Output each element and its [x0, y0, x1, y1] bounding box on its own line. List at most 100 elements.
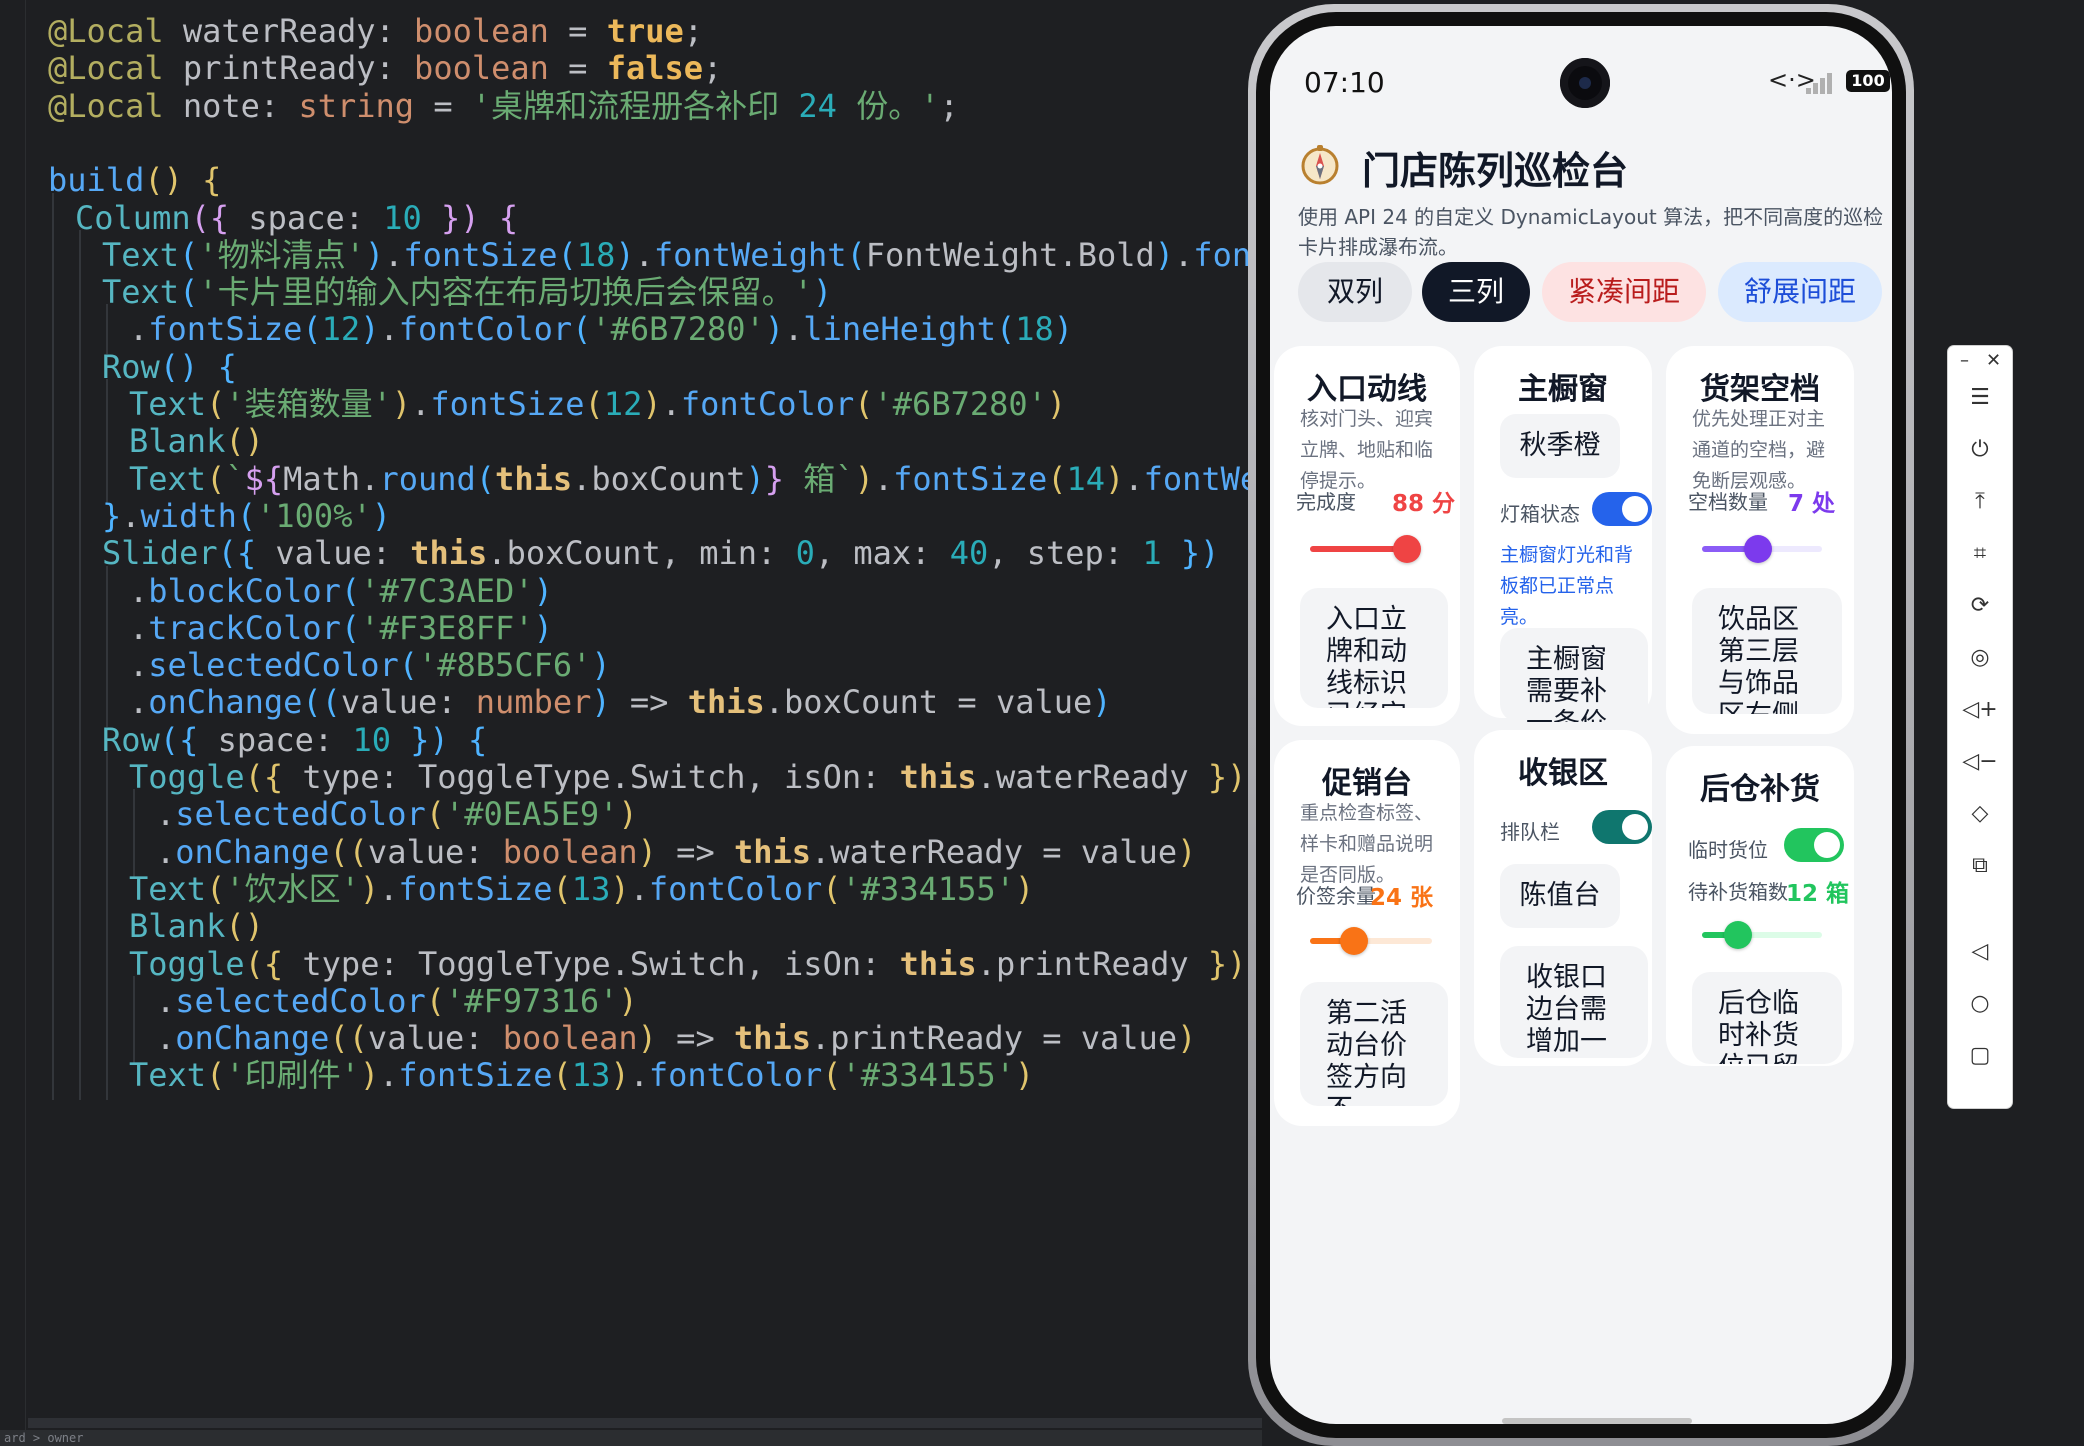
- code-token: .: [629, 1056, 649, 1095]
- code-token: ): [745, 459, 765, 498]
- note-input[interactable]: 后仓临时补货位已留: [1692, 972, 1842, 1064]
- note-input[interactable]: 饮品区第三层与饰品区右侧还有陈列: [1692, 588, 1842, 714]
- metric-label: 待补货箱数: [1688, 880, 1788, 904]
- compass-icon: [1301, 145, 1339, 185]
- card-title: 后仓补货: [1700, 772, 1820, 807]
- card-title: 促销台: [1322, 766, 1412, 801]
- waterfall-grid[interactable]: 入口动线 核对门头、迎宾立牌、地贴和临停提示。 完成度 88 分 入口立牌和动线…: [1270, 346, 1892, 1424]
- code-token: ): [1046, 385, 1067, 423]
- lightbox-toggle[interactable]: [1592, 492, 1652, 526]
- signal-icon: [1806, 70, 1838, 94]
- code-editor[interactable]: @Local waterReady: boolean = true; @Local…: [0, 0, 1262, 1446]
- back-icon[interactable]: ◁: [1948, 932, 2012, 972]
- progress-slider[interactable]: [1310, 535, 1421, 563]
- code-token: ): [391, 385, 412, 423]
- minimize-icon[interactable]: –: [1960, 350, 1969, 371]
- code-token: .printReady: [976, 944, 1208, 983]
- code-token: ): [1177, 1019, 1197, 1058]
- slider-knob[interactable]: [1724, 921, 1752, 949]
- code-token: (: [475, 459, 496, 498]
- tab-double-column[interactable]: 双列: [1298, 262, 1412, 322]
- tab-relaxed-spacing[interactable]: 舒展间距: [1718, 262, 1882, 322]
- home-indicator[interactable]: [1502, 1418, 1692, 1424]
- code-token: 24: [798, 86, 837, 125]
- slider-knob[interactable]: [1744, 535, 1773, 563]
- emulator-toolbar: – ✕ ☰ ⏻ ⤒ ⌗ ⟳ ◎ ◁+ ◁− ◇ ⧉ ◁ ○ ▢: [1948, 346, 2012, 1108]
- code-token: (: [552, 869, 572, 908]
- multi-window-icon[interactable]: ⧉: [1948, 846, 2012, 886]
- restock-slider[interactable]: [1702, 921, 1822, 949]
- code-token: }): [1207, 944, 1247, 983]
- card-window: 主橱窗 秋季橙 灯箱状态 主橱窗灯光和背板都已正常点亮。 主橱窗需要补一条价格说…: [1474, 346, 1652, 722]
- note-text: 入口立牌和动线标识已经完成: [1326, 604, 1407, 708]
- shake-icon[interactable]: ◇: [1948, 794, 2012, 834]
- code-token: number: [475, 683, 592, 722]
- code-token: ): [360, 310, 380, 349]
- horizontal-scrollbar[interactable]: [28, 1418, 1262, 1428]
- code-token: .: [873, 459, 894, 498]
- code-token: Text: [129, 1056, 207, 1095]
- code-token: 1: [1142, 534, 1162, 573]
- code-token: ): [1154, 235, 1175, 274]
- rotate-icon[interactable]: ⟳: [1948, 586, 2012, 626]
- code-token: '#334155': [841, 1056, 1015, 1095]
- card-entrance: 入口动线 核对门头、迎宾立牌、地贴和临停提示。 完成度 88 分 入口立牌和动线…: [1274, 346, 1460, 726]
- code-token: ): [1014, 1056, 1035, 1095]
- code-token: .: [1124, 459, 1144, 498]
- slider-knob[interactable]: [1392, 535, 1421, 563]
- note-input[interactable]: 入口立牌和动线标识已经完成: [1300, 588, 1448, 708]
- gap-slider[interactable]: [1702, 535, 1822, 563]
- code-token: .: [379, 869, 399, 908]
- crop-icon[interactable]: ⌗: [1948, 534, 2012, 574]
- status-bar: 07:10 <·> 100: [1270, 26, 1892, 108]
- metric-label: 空档数量: [1688, 490, 1768, 514]
- card-promo: 促销台 重点检查标签、样卡和赠品说明是否同版。 价签余量 24 张 第二活动台价…: [1274, 740, 1460, 1126]
- temp-slot-toggle[interactable]: [1784, 828, 1844, 862]
- color-chip[interactable]: 秋季橙: [1500, 414, 1620, 478]
- metric-value: 7 处: [1788, 491, 1836, 517]
- code-token: fontWei: [1143, 459, 1262, 498]
- note-text: 饮品区第三层与饰品区右侧还有陈列: [1718, 604, 1799, 714]
- tab-triple-column[interactable]: 三列: [1422, 262, 1530, 322]
- code-token: fontColor: [648, 869, 823, 908]
- code-token: this: [899, 758, 977, 796]
- code-line: .fontSize(12).fontColor('#6B7280').lineH…: [52, 304, 1073, 355]
- code-token: ): [359, 869, 380, 908]
- metric-value: 12 箱: [1786, 881, 1850, 907]
- volume-up-icon[interactable]: ◁+: [1948, 690, 2012, 730]
- home-icon[interactable]: ○: [1948, 984, 2012, 1024]
- code-token: ): [854, 459, 874, 498]
- note-input[interactable]: 收银口边台需增加一盒小票: [1500, 946, 1648, 1058]
- code-token: round: [379, 459, 476, 498]
- page-title: 门店陈列巡检台: [1362, 149, 1629, 193]
- power-icon[interactable]: ⏻: [1948, 430, 2012, 470]
- card-title: 货架空档: [1700, 372, 1820, 407]
- code-token: '#6B7280': [873, 385, 1047, 423]
- note-input[interactable]: 第二活动台价签方向不一致，需: [1300, 982, 1448, 1106]
- station-chip[interactable]: 陈值台: [1500, 864, 1620, 928]
- note-input[interactable]: 主橱窗需要补一条价格说明: [1500, 628, 1648, 722]
- recents-icon[interactable]: ▢: [1948, 1036, 2012, 1076]
- card-title: 收银区: [1518, 756, 1608, 791]
- code-token: fontSize: [893, 459, 1048, 498]
- code-token: =>: [610, 683, 688, 722]
- slider-knob[interactable]: [1339, 927, 1368, 955]
- volume-down-icon[interactable]: ◁−: [1948, 742, 2012, 782]
- pin-top-icon[interactable]: ⤒: [1948, 482, 2012, 522]
- tab-compact-spacing[interactable]: 紧凑间距: [1542, 262, 1706, 322]
- code-token: FontWeight.Bold: [865, 235, 1155, 274]
- phone-screen[interactable]: 07:10 <·> 100 门店陈列巡检台 使用 API 24 的自定义 Dyn…: [1270, 26, 1892, 1424]
- note-text: 主橱窗需要补一条价格说明: [1526, 644, 1607, 722]
- code-token: .boxCount = value: [764, 683, 1093, 722]
- menu-icon[interactable]: ☰: [1948, 378, 2012, 418]
- close-icon[interactable]: ✕: [1986, 350, 2001, 371]
- code-token: (: [822, 1056, 842, 1095]
- code-token: fontColor: [648, 1056, 823, 1095]
- location-icon[interactable]: ◎: [1948, 638, 2012, 678]
- code-token: ): [1092, 683, 1112, 722]
- code-token: (: [822, 869, 842, 908]
- stock-slider[interactable]: [1310, 927, 1432, 955]
- layout-tabs: 双列 三列 紧凑间距 舒展间距: [1298, 262, 1892, 324]
- queue-toggle[interactable]: [1592, 810, 1652, 844]
- toggle-label: 临时货位: [1688, 838, 1768, 862]
